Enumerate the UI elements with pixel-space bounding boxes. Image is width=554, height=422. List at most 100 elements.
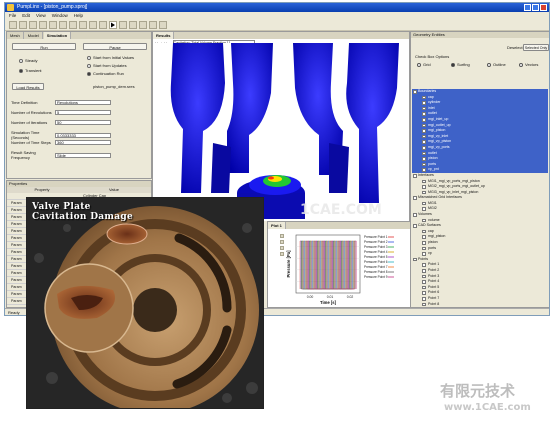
tree-checkbox[interactable] <box>422 101 426 105</box>
revolutions-input[interactable]: 5 <box>55 110 111 115</box>
tree-checkbox[interactable] <box>413 224 417 228</box>
tree-label: ports <box>428 245 436 250</box>
tree-label: volume <box>428 217 440 222</box>
tree-checkbox[interactable] <box>413 213 417 217</box>
tab-model[interactable]: Model <box>25 32 43 39</box>
tree-checkbox[interactable] <box>422 162 426 167</box>
play-icon[interactable] <box>109 21 117 29</box>
tree-checkbox[interactable] <box>422 285 426 290</box>
menu-view[interactable]: View <box>36 12 46 20</box>
tree-label: Points <box>418 256 428 261</box>
help-icon[interactable] <box>99 21 107 29</box>
filter-grid[interactable]: Grid <box>417 62 431 67</box>
tab-simulation[interactable]: Simulation <box>43 32 72 39</box>
tree-checkbox[interactable] <box>413 90 417 94</box>
sim-time-input[interactable]: 0.0333333 <box>55 132 111 138</box>
tree-label: MGI3_mgi_vp_inlet_mgi_piston <box>428 189 479 194</box>
tree-checkbox[interactable] <box>422 112 426 116</box>
iterations-input[interactable]: 50 <box>55 120 111 125</box>
filter-outline[interactable]: Outline <box>487 62 506 67</box>
tree-checkbox[interactable] <box>422 252 426 256</box>
tree-label: MGI1 <box>428 200 437 205</box>
start-initial-option[interactable]: Start from Initial Values <box>87 55 134 60</box>
toolbar <box>5 20 549 31</box>
tree-checkbox[interactable] <box>422 302 426 307</box>
legend-entry: Pressure Point 7 <box>364 265 388 269</box>
pause-button[interactable]: Pause <box>83 43 147 50</box>
menu-window[interactable]: Window <box>52 12 68 20</box>
copy-icon[interactable] <box>49 21 57 29</box>
pointer-icon[interactable] <box>119 21 127 29</box>
run-button[interactable]: Run <box>12 43 76 50</box>
tree-checkbox[interactable] <box>422 207 426 212</box>
tree-checkbox[interactable] <box>422 134 426 139</box>
tree-checkbox[interactable] <box>422 229 426 234</box>
close-button[interactable] <box>540 4 547 11</box>
tree-checkbox[interactable] <box>422 95 426 100</box>
tree-checkbox[interactable] <box>422 117 426 122</box>
tab-mesh[interactable]: Mesh <box>7 32 24 39</box>
paste-icon[interactable] <box>59 21 67 29</box>
tree-checkbox[interactable] <box>422 145 426 150</box>
tab-plot-1[interactable]: Plot 1 <box>268 222 286 229</box>
new-icon[interactable] <box>9 21 17 29</box>
open-icon[interactable] <box>19 21 27 29</box>
tab-results[interactable]: Results <box>153 32 175 39</box>
steady-option[interactable]: Steady <box>19 58 37 63</box>
tree-checkbox[interactable] <box>422 269 426 273</box>
tree-checkbox[interactable] <box>422 123 426 128</box>
tree-checkbox[interactable] <box>422 179 426 184</box>
time-steps-input[interactable]: 360 <box>55 140 111 145</box>
tree-checkbox[interactable] <box>422 241 426 245</box>
cut-icon[interactable] <box>39 21 47 29</box>
tree-checkbox[interactable] <box>422 291 426 295</box>
view-icon[interactable] <box>159 21 167 29</box>
continuation-option[interactable]: Continuation Run <box>87 71 124 76</box>
tree-label: mgi_vp_piston <box>428 139 452 144</box>
menu-edit[interactable]: Edit <box>22 12 30 20</box>
tree-checkbox[interactable] <box>413 257 417 262</box>
load-results-button[interactable]: Load Results <box>12 83 44 90</box>
start-updates-option[interactable]: Start from Updates <box>87 63 127 68</box>
tree-checkbox[interactable] <box>422 296 426 301</box>
undo-icon[interactable] <box>69 21 77 29</box>
tree-label: outlet <box>428 111 437 116</box>
tree-checkbox[interactable] <box>422 129 426 133</box>
tree-checkbox[interactable] <box>413 196 417 200</box>
tree-checkbox[interactable] <box>422 185 426 189</box>
minimize-button[interactable] <box>524 4 531 11</box>
menu-file[interactable]: File <box>9 12 16 20</box>
tree-checkbox[interactable] <box>422 151 426 156</box>
title-bar: PumpLinx - [piston_pump.sproj] <box>5 3 549 12</box>
rotate-icon[interactable] <box>129 21 137 29</box>
tree-checkbox[interactable] <box>422 280 426 284</box>
deselect-link[interactable]: Deselect <box>507 45 523 50</box>
filter-surfing[interactable]: Surfing <box>451 62 470 67</box>
tree-checkbox[interactable] <box>422 157 426 161</box>
menu-help[interactable]: Help <box>74 12 83 20</box>
tree-checkbox[interactable] <box>422 190 426 195</box>
maximize-button[interactable] <box>532 4 539 11</box>
tree-checkbox[interactable] <box>422 235 426 240</box>
tree-checkbox[interactable] <box>422 218 426 223</box>
tree-checkbox[interactable] <box>422 263 426 267</box>
transient-option[interactable]: Transient <box>19 68 42 73</box>
tree-checkbox[interactable] <box>422 201 426 206</box>
save-icon[interactable] <box>29 21 37 29</box>
tree-checkbox[interactable] <box>422 106 426 111</box>
selected-only-button[interactable]: Selected Only <box>523 44 549 51</box>
filter-vectors[interactable]: Vectors <box>519 62 538 67</box>
tree-checkbox[interactable] <box>422 140 426 144</box>
tree-checkbox[interactable] <box>413 173 417 178</box>
tree-checkbox[interactable] <box>422 168 426 172</box>
redo-icon[interactable] <box>79 21 87 29</box>
viewport-3d[interactable] <box>153 43 409 221</box>
tree-checkbox[interactable] <box>422 246 426 251</box>
time-definition-select[interactable]: Revolutions <box>55 100 111 105</box>
param-revolutions: Number of Revolutions 5 <box>11 110 111 115</box>
tree-checkbox[interactable] <box>422 274 426 279</box>
pan-icon[interactable] <box>139 21 147 29</box>
zoom-icon[interactable] <box>89 21 97 29</box>
fit-icon[interactable] <box>149 21 157 29</box>
saving-frequency-select[interactable]: Slide <box>55 152 111 158</box>
